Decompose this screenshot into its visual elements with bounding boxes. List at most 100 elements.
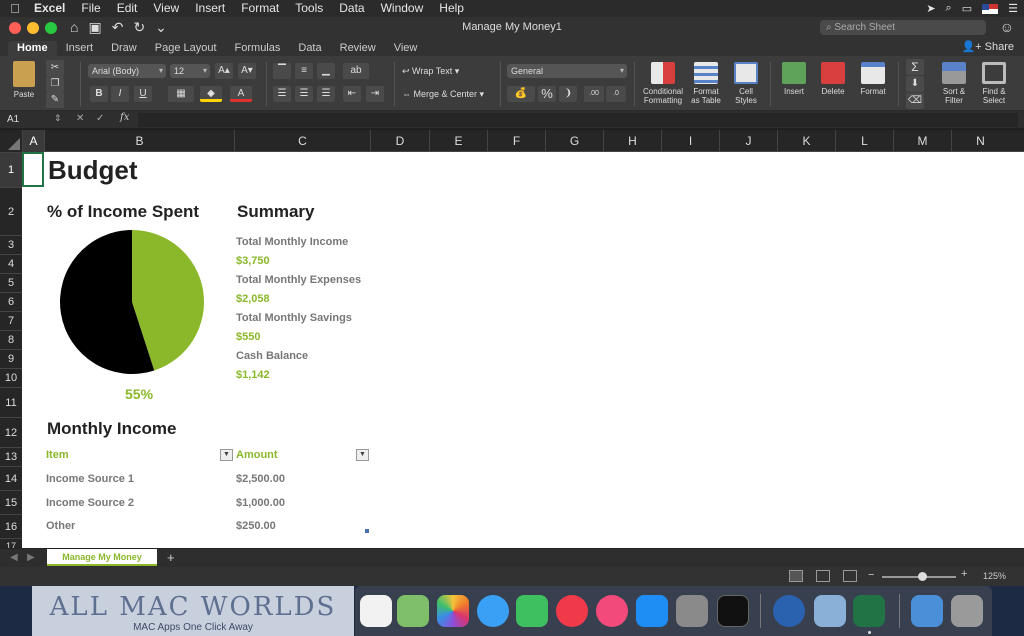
find-select-button[interactable]: Find & Select: [976, 62, 1012, 105]
row-header-11[interactable]: 11: [0, 387, 22, 417]
align-center-icon[interactable]: ☰: [295, 86, 313, 102]
autosum-icon[interactable]: Σ: [906, 59, 924, 75]
decrease-indent-icon[interactable]: ⇤: [343, 86, 361, 102]
menu-format[interactable]: Format: [233, 0, 287, 17]
column-header-j[interactable]: J: [719, 130, 777, 152]
insert-function-icon[interactable]: fx: [120, 112, 129, 123]
selected-cell-a1[interactable]: [22, 152, 44, 187]
increase-decimal-icon[interactable]: .00: [584, 86, 604, 102]
font-name-dropdown[interactable]: Arial (Body): [88, 64, 166, 78]
trash-icon[interactable]: [951, 595, 983, 627]
font-color-icon[interactable]: A: [230, 86, 252, 102]
zoom-level[interactable]: 125%: [983, 571, 1006, 581]
income-spent-pie-chart[interactable]: [52, 222, 212, 382]
fill-color-icon[interactable]: ◆: [200, 86, 222, 102]
cell-styles-button[interactable]: Cell Styles: [728, 62, 764, 105]
location-icon[interactable]: ➤: [926, 2, 935, 15]
preview-icon[interactable]: [814, 595, 846, 627]
menu-insert[interactable]: Insert: [187, 0, 233, 17]
row-header-17[interactable]: 17: [0, 538, 22, 548]
format-cells-button[interactable]: Format: [855, 62, 891, 96]
column-header-k[interactable]: K: [777, 130, 835, 152]
filter-dropdown-item[interactable]: ▼: [220, 449, 233, 461]
apple-icon[interactable]: : [0, 1, 30, 16]
spotlight-icon[interactable]: ⌕: [946, 2, 952, 15]
table-resize-handle[interactable]: [365, 529, 369, 533]
tab-draw[interactable]: Draw: [102, 41, 146, 56]
wrap-text-button[interactable]: ↩ Wrap Text ▾: [402, 66, 459, 77]
increase-indent-icon[interactable]: ⇥: [366, 86, 384, 102]
row-header-9[interactable]: 9: [0, 349, 22, 368]
column-header-c[interactable]: C: [234, 130, 370, 152]
conditional-formatting-button[interactable]: Conditional Formatting: [640, 62, 686, 105]
menu-data[interactable]: Data: [331, 0, 372, 17]
system-preferences-icon[interactable]: [676, 595, 708, 627]
column-header-l[interactable]: L: [835, 130, 893, 152]
page-layout-view-icon[interactable]: [816, 570, 830, 582]
format-painter-icon[interactable]: ✎: [46, 92, 64, 108]
display-icon[interactable]: ▭: [962, 2, 972, 15]
normal-view-icon[interactable]: [789, 570, 803, 582]
row-header-16[interactable]: 16: [0, 514, 22, 538]
column-header-a[interactable]: A: [22, 130, 44, 152]
photos-icon[interactable]: [437, 595, 469, 627]
menu-view[interactable]: View: [145, 0, 187, 17]
downloads-folder-icon[interactable]: [911, 595, 943, 627]
column-header-n[interactable]: N: [951, 130, 1009, 152]
currency-format-icon[interactable]: 💰: [507, 86, 535, 102]
messages-icon[interactable]: [477, 595, 509, 627]
row-header-7[interactable]: 7: [0, 311, 22, 330]
zoom-slider-knob[interactable]: [918, 572, 927, 581]
row-header-3[interactable]: 3: [0, 235, 22, 254]
previous-sheet-icon[interactable]: ◀: [10, 552, 18, 563]
name-box-stepper-icon[interactable]: ⇕: [54, 113, 62, 124]
zoom-in-icon[interactable]: +: [961, 568, 967, 580]
borders-icon[interactable]: ▦: [168, 86, 194, 102]
tab-insert[interactable]: Insert: [57, 41, 103, 56]
decrease-font-size-icon[interactable]: A▾: [238, 63, 256, 79]
terminal-icon[interactable]: [717, 595, 749, 627]
row-header-14[interactable]: 14: [0, 466, 22, 490]
column-header-d[interactable]: D: [370, 130, 429, 152]
paste-button[interactable]: Paste: [8, 61, 40, 99]
column-header-b[interactable]: B: [44, 130, 234, 152]
flag-icon[interactable]: [982, 3, 999, 14]
row-header-4[interactable]: 4: [0, 254, 22, 273]
menu-help[interactable]: Help: [431, 0, 472, 17]
align-middle-icon[interactable]: ≡: [295, 63, 313, 79]
tab-formulas[interactable]: Formulas: [226, 41, 290, 56]
confirm-entry-icon[interactable]: ✓: [96, 113, 104, 124]
align-left-icon[interactable]: ☰: [273, 86, 291, 102]
notification-list-icon[interactable]: ☰: [1008, 2, 1018, 15]
row-header-8[interactable]: 8: [0, 330, 22, 349]
tab-review[interactable]: Review: [331, 41, 385, 56]
merge-center-button[interactable]: ⇔ Merge & Center ▾: [402, 89, 484, 100]
align-bottom-icon[interactable]: ▁: [317, 63, 335, 79]
next-sheet-icon[interactable]: ▶: [27, 552, 35, 563]
share-button[interactable]: 👤+ Share: [961, 40, 1014, 53]
worksheet[interactable]: Budget % of Income Spent Summary 55% Tot…: [22, 152, 1024, 548]
formula-input[interactable]: [138, 113, 1018, 127]
sort-filter-button[interactable]: Sort & Filter: [936, 62, 972, 105]
fill-icon[interactable]: ⬇: [906, 76, 924, 92]
font-size-dropdown[interactable]: 12: [170, 64, 210, 78]
format-as-table-button[interactable]: Format as Table: [688, 62, 724, 105]
number-format-dropdown[interactable]: General: [507, 64, 627, 78]
row-header-15[interactable]: 15: [0, 490, 22, 514]
row-header-13[interactable]: 13: [0, 447, 22, 466]
row-header-2[interactable]: 2: [0, 187, 22, 235]
cancel-entry-icon[interactable]: ✕: [76, 113, 84, 124]
underline-button[interactable]: U: [134, 86, 152, 102]
tab-page-layout[interactable]: Page Layout: [146, 41, 226, 56]
feedback-smiley-icon[interactable]: ☺: [1000, 19, 1014, 35]
row-header-12[interactable]: 12: [0, 417, 22, 447]
column-header-m[interactable]: M: [893, 130, 951, 152]
row-header-6[interactable]: 6: [0, 292, 22, 311]
percent-style-button[interactable]: %: [538, 86, 556, 102]
tab-home[interactable]: Home: [8, 41, 57, 56]
select-all-button[interactable]: [0, 130, 22, 152]
add-sheet-button[interactable]: +: [167, 550, 175, 565]
mountain-app-icon[interactable]: [773, 595, 805, 627]
column-header-e[interactable]: E: [429, 130, 487, 152]
app-store-icon[interactable]: [636, 595, 668, 627]
